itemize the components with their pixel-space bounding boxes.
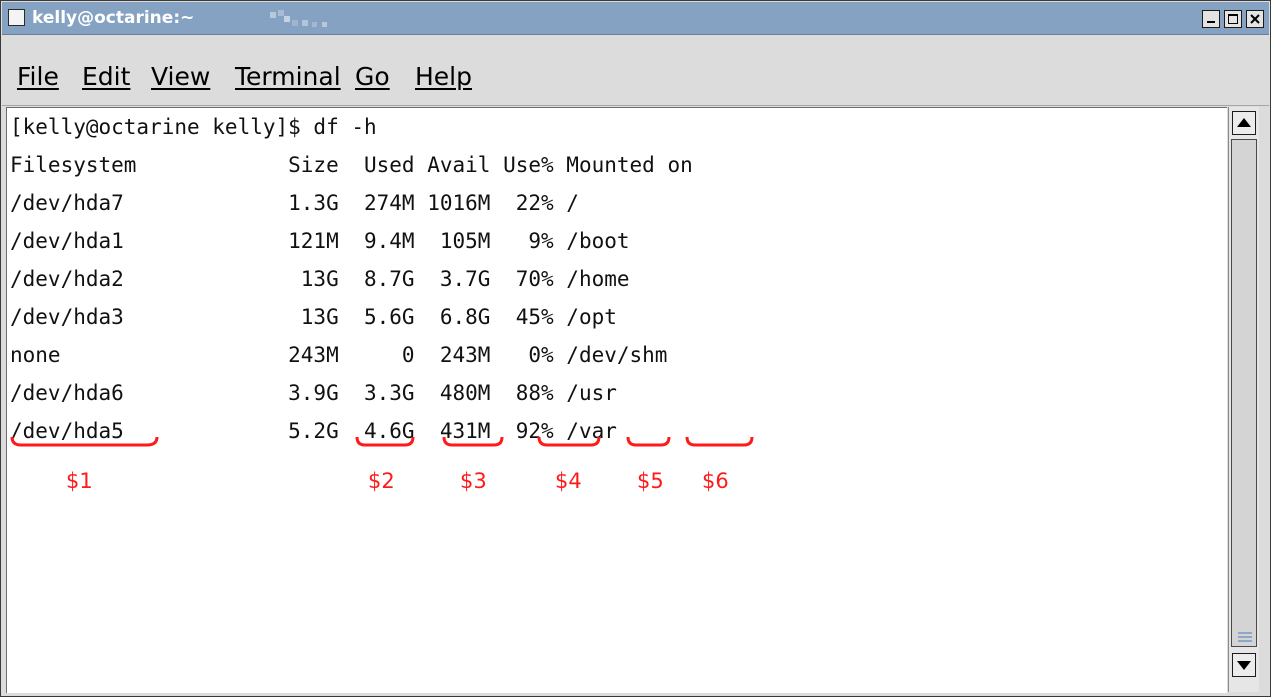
annotation-label: $1	[66, 469, 93, 493]
terminal-line: none 243M 0 243M 0% /dev/shm	[10, 343, 668, 367]
thumb-grip	[1238, 640, 1252, 642]
window-title: kelly@octarine:~	[32, 8, 195, 28]
minimize-button[interactable]	[1202, 10, 1220, 28]
title-bar[interactable]: kelly@octarine:~	[2, 2, 1269, 35]
terminal-line: /dev/hda3 13G 5.6G 6.8G 45% /opt	[10, 305, 617, 329]
annotation-label: $6	[702, 469, 729, 493]
scroll-up-button[interactable]	[1232, 111, 1256, 135]
arrow-up-icon	[1237, 118, 1251, 127]
menu-bar: File Edit View Terminal Go Help	[2, 35, 1269, 106]
terminal-output[interactable]: [kelly@octarine kelly]$ df -h Filesystem…	[6, 107, 1227, 693]
terminal-line: /dev/hda2 13G 8.7G 3.7G 70% /home	[10, 267, 630, 291]
maximize-icon	[1228, 14, 1238, 24]
minimize-icon	[1207, 21, 1215, 23]
annotation-label: $5	[637, 469, 664, 493]
annotation-label: $4	[555, 469, 582, 493]
titlebar-pattern-icon	[270, 10, 327, 27]
annotation-label: $2	[368, 469, 395, 493]
window-menu-icon[interactable]	[8, 9, 25, 26]
menu-terminal[interactable]: Terminal	[235, 60, 341, 94]
menu-go[interactable]: Go	[355, 60, 390, 94]
scroll-down-button[interactable]	[1232, 653, 1256, 677]
menu-view[interactable]: View	[151, 60, 210, 94]
menu-file[interactable]: File	[17, 60, 59, 94]
terminal-line: /dev/hda7 1.3G 274M 1016M 22% /	[10, 191, 579, 215]
thumb-grip	[1238, 632, 1252, 634]
terminal-line: [kelly@octarine kelly]$ df -h	[10, 115, 377, 139]
close-icon	[1250, 14, 1260, 24]
arrow-down-icon	[1237, 661, 1251, 670]
menu-help[interactable]: Help	[415, 60, 472, 94]
close-button[interactable]	[1246, 10, 1264, 28]
scrollbar-thumb[interactable]	[1231, 139, 1257, 647]
vertical-scrollbar[interactable]	[1228, 107, 1259, 692]
thumb-grip	[1238, 636, 1252, 638]
terminal-line: /dev/hda6 3.9G 3.3G 480M 88% /usr	[10, 381, 617, 405]
maximize-button[interactable]	[1224, 10, 1242, 28]
annotation-label: $3	[460, 469, 487, 493]
terminal-line: /dev/hda1 121M 9.4M 105M 9% /boot	[10, 229, 630, 253]
terminal-window: kelly@octarine:~ File Edit View Terminal…	[0, 0, 1271, 697]
terminal-line: Filesystem Size Used Avail Use% Mounted …	[10, 153, 693, 177]
menu-edit[interactable]: Edit	[82, 60, 130, 94]
column-brackets	[10, 436, 754, 447]
